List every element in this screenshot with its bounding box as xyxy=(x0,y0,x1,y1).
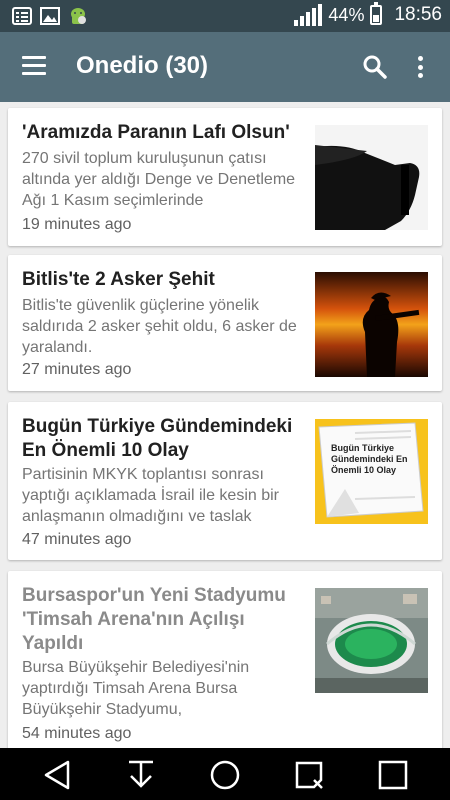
recents-icon[interactable] xyxy=(376,758,410,792)
article-title: Bitlis'te 2 Asker Şehit xyxy=(22,269,215,290)
article-card[interactable]: 'Aramızda Paranın Lafı Olsun' 270 sivil … xyxy=(8,108,442,246)
article-description: 270 sivil toplum kuruluşunun çatısı altı… xyxy=(22,150,296,209)
article-card[interactable]: Bitlis'te 2 Asker Şehit Bitlis'te güvenl… xyxy=(8,255,442,391)
article-thumbnail: Bugün Türkiye Gündemindeki En Önemli 10 … xyxy=(315,419,428,524)
article-list: 'Aramızda Paranın Lafı Olsun' 270 sivil … xyxy=(0,102,450,748)
article-card[interactable]: Bursaspor'un Yeni Stadyumu 'Timsah Arena… xyxy=(8,571,442,748)
article-time: 27 minutes ago xyxy=(22,361,132,378)
search-icon[interactable] xyxy=(362,54,388,80)
android-icon xyxy=(71,8,86,24)
article-description: Bursa Büyükşehir Belediyesi'nin yaptırdı… xyxy=(22,659,250,718)
battery-percent: 44% xyxy=(328,4,365,25)
download-icon[interactable] xyxy=(124,758,158,792)
article-title: Bugün Türkiye Gündemindeki En Önemli 10 … xyxy=(22,416,293,461)
back-icon[interactable] xyxy=(40,758,74,792)
article-description: Bitlis'te güvenlik güçlerine yönelik sal… xyxy=(22,297,297,356)
thumbnail-text: Bugün Türkiye Gündemindeki En Önemli 10 … xyxy=(331,443,408,475)
home-icon[interactable] xyxy=(208,758,242,792)
article-time: 54 minutes ago xyxy=(22,725,132,742)
article-thumbnail xyxy=(315,272,428,377)
notification-icons xyxy=(12,6,88,26)
article-card[interactable]: Bugün Türkiye Gündemindeki En Önemli 10 … xyxy=(8,402,442,560)
article-thumbnail xyxy=(315,125,428,230)
news-icon xyxy=(12,7,32,25)
article-thumbnail xyxy=(315,588,428,693)
menu-icon[interactable] xyxy=(22,56,46,76)
search-nav-icon[interactable] xyxy=(292,758,326,792)
signal-icon xyxy=(294,4,323,26)
article-title: Bursaspor'un Yeni Stadyumu 'Timsah Arena… xyxy=(22,585,286,654)
navigation-bar xyxy=(0,748,450,800)
article-description: Partisinin MKYK toplantısı sonrası yaptı… xyxy=(22,466,279,525)
article-time: 47 minutes ago xyxy=(22,531,132,548)
article-title: 'Aramızda Paranın Lafı Olsun' xyxy=(22,122,290,143)
app-bar: Onedio (30) xyxy=(0,32,450,102)
more-vert-icon[interactable] xyxy=(410,52,430,82)
clock: 18:56 xyxy=(394,4,442,25)
app-title: Onedio (30) xyxy=(76,52,209,79)
image-icon xyxy=(40,7,60,25)
battery-icon xyxy=(370,2,383,25)
article-time: 19 minutes ago xyxy=(22,216,132,233)
status-bar: 44% 18:56 xyxy=(0,0,450,32)
